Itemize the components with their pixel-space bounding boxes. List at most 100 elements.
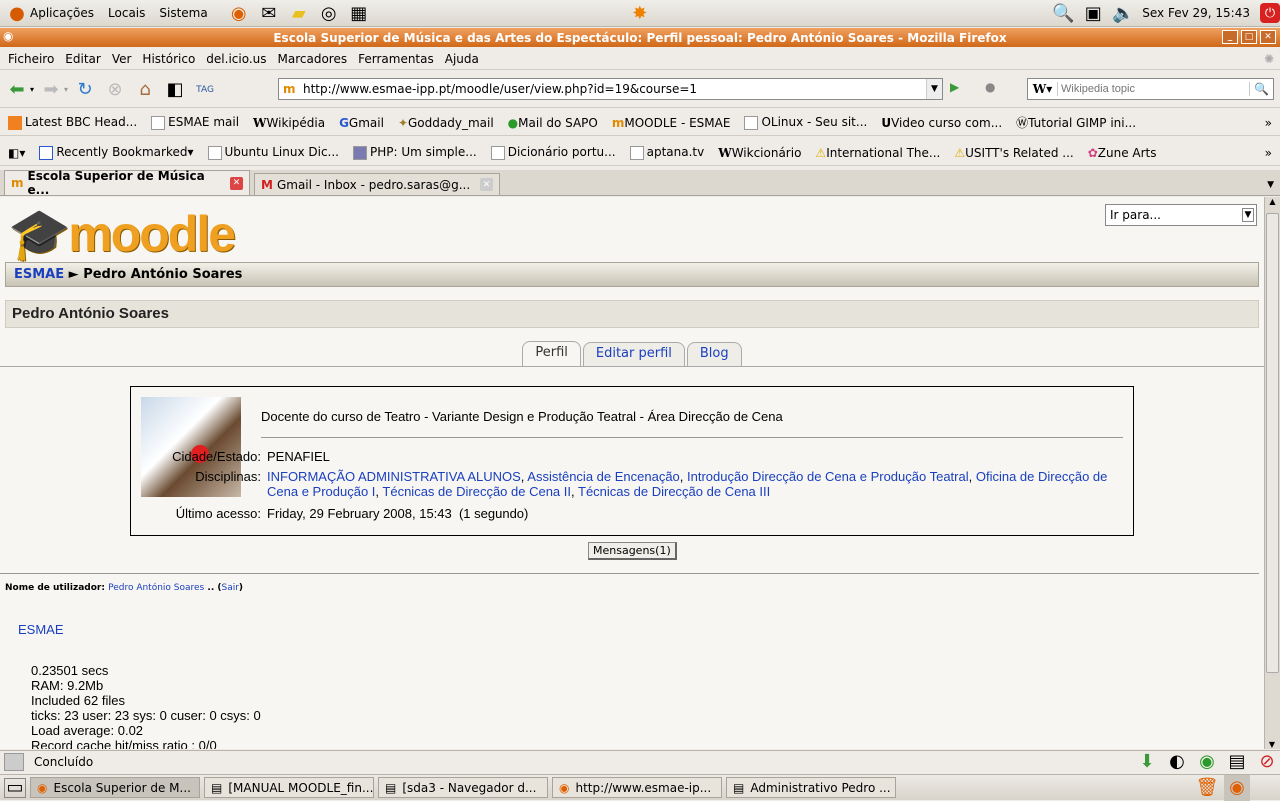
bookmark-item[interactable]: ⚠International The...: [815, 146, 940, 160]
trash-icon[interactable]: 🗑: [1194, 775, 1220, 801]
course-link[interactable]: Técnicas de Direcção de Cena III: [578, 484, 770, 499]
network-icon[interactable]: ▣: [1080, 0, 1106, 26]
moodle-logo[interactable]: 🎓moodle: [8, 205, 236, 264]
bookmark-item[interactable]: ⓌTutorial GIMP ini...: [1016, 114, 1136, 131]
url-dropdown-icon[interactable]: ▼: [926, 79, 942, 99]
tab-profile[interactable]: Perfil: [522, 341, 581, 366]
course-link[interactable]: Técnicas de Direcção de Cena II: [382, 484, 571, 499]
bookmark-item[interactable]: PHP: Um simple...: [353, 145, 477, 160]
close-tab-icon[interactable]: ✕: [480, 178, 493, 191]
extension-icon[interactable]: ●: [985, 80, 995, 94]
search-input[interactable]: [1058, 80, 1238, 98]
messages-button[interactable]: Mensagens(1): [588, 542, 677, 560]
wikipedia-engine-icon[interactable]: W▾: [1028, 82, 1058, 96]
course-link[interactable]: Introdução Direcção de Cena e Produção T…: [687, 469, 969, 484]
menu-bookmarks[interactable]: Marcadores: [278, 52, 348, 66]
scroll-thumb[interactable]: [1266, 213, 1279, 673]
bookmark-item[interactable]: WWikipédia: [253, 116, 325, 130]
menu-file[interactable]: Ficheiro: [8, 52, 54, 66]
search-icon[interactable]: 🔍: [1249, 82, 1273, 96]
scroll-up-icon[interactable]: ▲: [1265, 197, 1280, 211]
tab-blog[interactable]: Blog: [686, 342, 742, 366]
panel-menu-applications[interactable]: Aplicações: [30, 6, 94, 20]
audio-launcher-icon[interactable]: ◎: [316, 0, 342, 26]
menu-edit[interactable]: Editar: [65, 52, 101, 66]
tab-gmail[interactable]: M Gmail - Inbox - pedro.saras@g... ✕: [254, 173, 500, 195]
show-desktop-icon[interactable]: ▭: [4, 777, 26, 798]
reload-icon[interactable]: ↻: [72, 77, 98, 103]
bookmark-item[interactable]: ⚠USITT's Related ...: [954, 146, 1073, 160]
menu-help[interactable]: Ajuda: [445, 52, 479, 66]
tag-icon[interactable]: TAG: [192, 77, 218, 103]
tab-moodle[interactable]: m Escola Superior de Música e... ✕: [4, 169, 250, 197]
close-tab-icon[interactable]: ✕: [230, 176, 243, 190]
close-window-button[interactable]: ✕: [1260, 30, 1276, 44]
forward-dropdown-icon[interactable]: ▾: [64, 85, 68, 94]
bookmark-item[interactable]: mMOODLE - ESMAE: [612, 116, 731, 130]
taskbar-item[interactable]: ◉ http://www.esmae-ip...: [552, 777, 722, 798]
panel-menu-system[interactable]: Sistema: [159, 6, 207, 20]
delicious-icon[interactable]: ◧: [162, 77, 188, 103]
bookmark-item[interactable]: Recently Bookmarked▾: [39, 145, 194, 160]
firebug-icon[interactable]: ◉: [1194, 749, 1220, 775]
firefox-window-icon[interactable]: ◉: [3, 29, 13, 43]
breadcrumb-home-link[interactable]: ESMAE: [14, 267, 64, 282]
search-tool-icon[interactable]: 🔍: [1050, 0, 1076, 26]
course-link[interactable]: Assistência de Encenação: [527, 469, 679, 484]
addon-icon[interactable]: ▤: [1224, 749, 1250, 775]
bookmark-item[interactable]: UVideo curso com...: [881, 116, 1002, 130]
panel-menu-places[interactable]: Locais: [108, 6, 145, 20]
extension-status-icon[interactable]: ◐: [1164, 749, 1190, 775]
tab-edit-profile[interactable]: Editar perfil: [582, 342, 685, 366]
bookmark-item[interactable]: Latest BBC Head...: [8, 115, 137, 130]
popup-blocker-icon[interactable]: ⊘: [1254, 749, 1280, 775]
bookmark-item[interactable]: aptana.tv: [629, 145, 704, 160]
bookmark-item[interactable]: ✿Zune Arts: [1088, 146, 1157, 160]
scroll-down-icon[interactable]: ▼: [1265, 740, 1279, 749]
bookmark-item[interactable]: WWikcionário: [718, 146, 801, 160]
menu-delicious[interactable]: del.icio.us: [206, 52, 266, 66]
taskbar-item[interactable]: ▤ [MANUAL MOODLE_fin...: [204, 777, 374, 798]
bookmarks-overflow-icon[interactable]: »: [1265, 116, 1272, 130]
back-icon[interactable]: ⬅: [4, 77, 30, 103]
notes-launcher-icon[interactable]: ▰: [286, 0, 312, 26]
taskbar-item[interactable]: ▤ [sda3 - Navegador d...: [378, 777, 548, 798]
bookmarks-overflow-icon[interactable]: »: [1265, 146, 1272, 160]
go-icon[interactable]: ▶: [950, 80, 959, 94]
clock[interactable]: Sex Fev 29, 15:43: [1142, 6, 1250, 20]
delicious-menu-icon[interactable]: ◧▾: [8, 146, 25, 160]
bookmark-item[interactable]: OLinux - Seu sit...: [744, 115, 867, 130]
power-icon[interactable]: ⏻: [1260, 3, 1280, 23]
back-dropdown-icon[interactable]: ▾: [30, 85, 34, 94]
calculator-launcher-icon[interactable]: ▦: [346, 0, 372, 26]
minimize-button[interactable]: _: [1222, 30, 1238, 44]
menu-tools[interactable]: Ferramentas: [358, 52, 434, 66]
url-text[interactable]: http://www.esmae-ipp.pt/moodle/user/view…: [303, 82, 697, 96]
ubuntu-logo-icon[interactable]: ●: [4, 0, 30, 26]
url-bar[interactable]: m http://www.esmae-ipp.pt/moodle/user/vi…: [278, 78, 943, 100]
mail-launcher-icon[interactable]: ✉: [256, 0, 282, 26]
menu-view[interactable]: Ver: [112, 52, 132, 66]
taskbar-item[interactable]: ◉ Escola Superior de M...: [30, 777, 200, 798]
volume-icon[interactable]: 🔈: [1110, 0, 1136, 26]
update-notifier-icon[interactable]: ✸: [627, 0, 653, 26]
tab-list-icon[interactable]: ▼: [1267, 180, 1274, 190]
forward-icon[interactable]: ➡: [38, 77, 64, 103]
bookmark-item[interactable]: Ubuntu Linux Dic...: [207, 145, 339, 160]
course-link[interactable]: INFORMAÇÃO ADMINISTRATIVA ALUNOS: [267, 469, 521, 484]
workspace-switcher[interactable]: ◉: [1224, 774, 1250, 801]
menu-history[interactable]: Histórico: [142, 52, 195, 66]
home-icon[interactable]: ⌂: [132, 77, 158, 103]
bookmark-item[interactable]: ●Mail do SAPO: [508, 116, 598, 130]
taskbar-item[interactable]: ▤ Administrativo Pedro ...: [726, 777, 896, 798]
jump-to-select[interactable]: Ir para... ▼: [1105, 204, 1257, 226]
bookmark-item[interactable]: ✦Goddady_mail: [398, 116, 494, 130]
maximize-button[interactable]: □: [1241, 30, 1257, 44]
user-profile-link[interactable]: Pedro António Soares: [108, 583, 204, 593]
search-box[interactable]: W▾ 🔍: [1027, 78, 1274, 100]
bookmark-item[interactable]: Dicionário portu...: [490, 145, 616, 160]
bookmark-item[interactable]: ESMAE mail: [151, 115, 239, 130]
firefox-launcher-icon[interactable]: ◉: [226, 0, 252, 26]
logout-link[interactable]: Sair: [221, 583, 238, 593]
footer-home-link[interactable]: ESMAE: [18, 622, 64, 637]
